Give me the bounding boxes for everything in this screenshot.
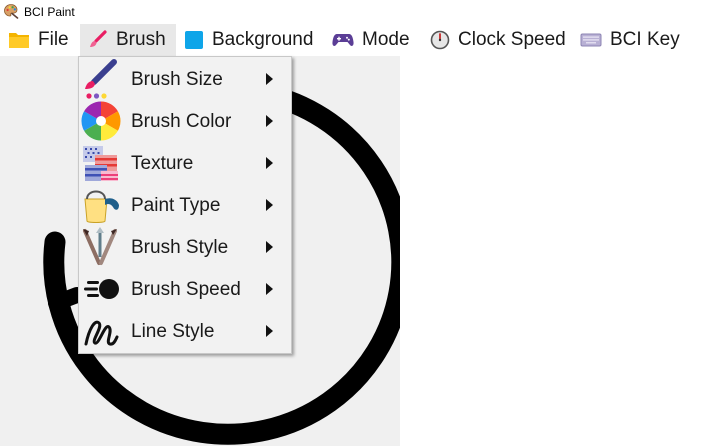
squiggle-icon — [84, 320, 119, 346]
menu-bar: File Brush Background Mode Clock Speed B… — [0, 24, 720, 56]
submenu-arrow-icon — [266, 241, 273, 253]
menu-clock-speed[interactable]: Clock Speed — [430, 24, 566, 56]
paint-bucket-icon — [84, 190, 119, 223]
menu-file[interactable]: File — [8, 24, 69, 56]
texture-icon — [83, 146, 118, 181]
blue-square-icon — [185, 31, 203, 49]
title-bar: BCI Paint — [0, 0, 720, 24]
color-wheel-icon — [81, 101, 121, 141]
submenu-arrow-icon — [266, 283, 273, 295]
menu-item-brush-speed[interactable]: Brush Speed — [79, 268, 291, 310]
submenu-arrow-icon — [266, 115, 273, 127]
menu-item-brush-style[interactable]: Brush Style — [79, 226, 291, 268]
paintbrush-icon — [90, 30, 107, 47]
window-title: BCI Paint — [24, 5, 75, 19]
brush-menu-dropdown: Brush Size Brush Color Texture Paint Typ… — [78, 56, 292, 354]
menu-bci-key[interactable]: BCI Key — [580, 24, 680, 56]
menu-brush[interactable]: Brush — [80, 24, 176, 56]
folder-icon — [9, 33, 29, 48]
speed-icon — [84, 279, 119, 299]
submenu-arrow-icon — [266, 157, 273, 169]
menu-item-texture[interactable]: Texture — [79, 142, 291, 184]
submenu-arrow-icon — [266, 325, 273, 337]
menu-item-brush-color[interactable]: Brush Color — [79, 100, 291, 142]
stopwatch-icon — [430, 30, 450, 50]
menu-item-line-style[interactable]: Line Style — [79, 310, 291, 352]
brush-size-icon — [85, 59, 117, 99]
brushes-icon — [83, 227, 117, 265]
menu-item-paint-type[interactable]: Paint Type — [79, 184, 291, 226]
submenu-arrow-icon — [266, 73, 273, 85]
menu-item-brush-size[interactable]: Brush Size — [79, 58, 291, 100]
submenu-arrow-icon — [266, 199, 273, 211]
gamepad-icon — [332, 34, 354, 46]
palette-icon — [4, 4, 19, 19]
menu-background[interactable]: Background — [184, 24, 313, 56]
brush-stroke-line — [48, 287, 85, 311]
keyboard-icon — [580, 33, 602, 47]
menu-mode[interactable]: Mode — [332, 24, 410, 56]
